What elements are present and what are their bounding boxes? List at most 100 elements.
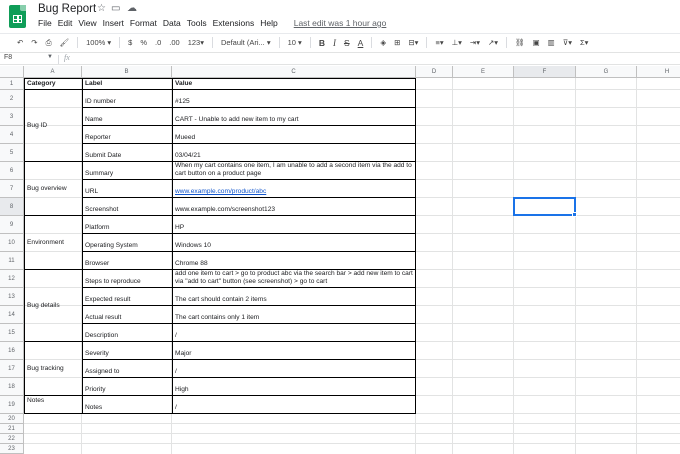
- fill-handle[interactable]: [572, 212, 577, 217]
- menu-tools[interactable]: Tools: [187, 18, 211, 28]
- text-rotate-icon[interactable]: ↗▾: [488, 38, 498, 47]
- header-label[interactable]: Label: [83, 79, 172, 89]
- category-cell[interactable]: Environment: [25, 216, 82, 269]
- label-cell[interactable]: URL: [83, 180, 172, 197]
- last-edit-link[interactable]: Last edit was 1 hour ago: [294, 18, 387, 28]
- value-cell[interactable]: /: [173, 396, 415, 413]
- menu-format[interactable]: Format: [130, 18, 161, 28]
- value-cell[interactable]: The cart contains only 1 item: [173, 306, 415, 323]
- row-header[interactable]: 16: [0, 342, 24, 360]
- horizontal-align-icon[interactable]: ≡▾: [435, 38, 443, 47]
- row-header[interactable]: 13: [0, 288, 24, 306]
- menu-insert[interactable]: Insert: [103, 18, 128, 28]
- column-header-a[interactable]: A: [24, 66, 82, 78]
- merge-cells-icon[interactable]: ⊟▾: [408, 38, 418, 47]
- category-cell[interactable]: Bug details: [25, 270, 82, 341]
- star-icon[interactable]: ☆: [97, 3, 106, 14]
- column-header-f[interactable]: F: [514, 66, 576, 78]
- sheets-logo-icon[interactable]: [9, 5, 26, 28]
- value-cell[interactable]: 03/04/21: [173, 144, 415, 161]
- column-header-b[interactable]: B: [82, 66, 172, 78]
- row-header[interactable]: 7: [0, 180, 24, 198]
- row-header[interactable]: 12: [0, 270, 24, 288]
- label-cell[interactable]: ID number: [83, 90, 172, 107]
- cloud-status-icon[interactable]: ☁: [127, 3, 137, 14]
- text-wrap-icon[interactable]: ⇥▾: [470, 38, 480, 47]
- column-header-g[interactable]: G: [576, 66, 637, 78]
- label-cell[interactable]: Expected result: [83, 288, 172, 305]
- value-cell[interactable]: The cart should contain 2 items: [173, 288, 415, 305]
- column-header-c[interactable]: C: [172, 66, 416, 78]
- label-cell[interactable]: Description: [83, 324, 172, 341]
- label-cell[interactable]: Notes: [83, 396, 172, 413]
- decrease-decimal-button[interactable]: .0: [155, 38, 161, 47]
- increase-decimal-button[interactable]: .00: [169, 38, 179, 47]
- row-header[interactable]: 18: [0, 378, 24, 396]
- category-cell[interactable]: Bug ID: [25, 90, 82, 161]
- document-title[interactable]: Bug Report: [38, 3, 96, 15]
- redo-icon[interactable]: ↷: [31, 38, 37, 47]
- row-header[interactable]: 17: [0, 360, 24, 378]
- header-value[interactable]: Value: [173, 79, 415, 89]
- category-cell[interactable]: Notes: [25, 396, 82, 413]
- row-header[interactable]: 4: [0, 126, 24, 144]
- paint-format-icon[interactable]: 🖌: [60, 38, 70, 47]
- zoom-select[interactable]: 100% ▾: [86, 38, 111, 47]
- menu-help[interactable]: Help: [260, 18, 281, 28]
- functions-icon[interactable]: Σ▾: [580, 38, 588, 47]
- value-cell[interactable]: CART - Unable to add new item to my cart: [173, 108, 415, 125]
- row-header[interactable]: 11: [0, 252, 24, 270]
- row-header[interactable]: 22: [0, 434, 24, 444]
- label-cell[interactable]: Screenshot: [83, 198, 172, 215]
- value-cell[interactable]: #125: [173, 90, 415, 107]
- column-header-d[interactable]: D: [416, 66, 453, 78]
- percent-format-button[interactable]: %: [140, 38, 147, 47]
- fill-color-icon[interactable]: ◈: [380, 38, 386, 47]
- value-cell[interactable]: Major: [173, 342, 415, 359]
- category-cell[interactable]: Bug overview: [25, 162, 82, 215]
- label-cell[interactable]: Name: [83, 108, 172, 125]
- label-cell[interactable]: Assigned to: [83, 360, 172, 377]
- row-header[interactable]: 6: [0, 162, 24, 180]
- label-cell[interactable]: Operating System: [83, 234, 172, 251]
- value-cell[interactable]: High: [173, 378, 415, 395]
- font-select[interactable]: Default (Ari... ▾: [221, 38, 271, 47]
- category-cell[interactable]: Bug tracking: [25, 342, 82, 395]
- move-folder-icon[interactable]: ▭: [111, 3, 120, 14]
- row-header[interactable]: 23: [0, 444, 24, 454]
- select-all-corner[interactable]: [0, 66, 24, 78]
- label-cell[interactable]: Actual result: [83, 306, 172, 323]
- column-header-h[interactable]: H: [637, 66, 680, 78]
- sheet-grid[interactable]: A B C D E F G H 1 2 3 4 5 6 7 8 9 10 11 …: [0, 66, 680, 454]
- insert-link-icon[interactable]: ⛓: [515, 38, 525, 47]
- row-header[interactable]: 21: [0, 424, 24, 434]
- print-icon[interactable]: ⎙: [46, 38, 52, 48]
- undo-icon[interactable]: ↶: [17, 38, 23, 47]
- column-header-e[interactable]: E: [453, 66, 514, 78]
- label-cell[interactable]: Steps to reproduce: [83, 270, 172, 287]
- url-link[interactable]: www.example.com/product/abc: [173, 180, 415, 197]
- row-header[interactable]: 3: [0, 108, 24, 126]
- label-cell[interactable]: Browser: [83, 252, 172, 269]
- row-header[interactable]: 20: [0, 414, 24, 424]
- currency-format-button[interactable]: $: [128, 38, 132, 47]
- row-header[interactable]: 10: [0, 234, 24, 252]
- menu-extensions[interactable]: Extensions: [213, 18, 259, 28]
- bold-button[interactable]: B: [319, 38, 325, 48]
- label-cell[interactable]: Severity: [83, 342, 172, 359]
- value-cell[interactable]: Mueed: [173, 126, 415, 143]
- row-header[interactable]: 5: [0, 144, 24, 162]
- label-cell[interactable]: Summary: [83, 162, 172, 179]
- formula-input[interactable]: [80, 54, 670, 64]
- value-cell[interactable]: Windows 10: [173, 234, 415, 251]
- filter-icon[interactable]: ⊽▾: [563, 38, 572, 47]
- vertical-align-icon[interactable]: ⊥▾: [452, 38, 462, 47]
- row-header[interactable]: 15: [0, 324, 24, 342]
- menu-file[interactable]: File: [38, 18, 56, 28]
- row-header[interactable]: 9: [0, 216, 24, 234]
- value-cell[interactable]: HP: [173, 216, 415, 233]
- name-box-dropdown-icon[interactable]: ▼: [47, 54, 53, 60]
- row-header[interactable]: 19: [0, 396, 24, 414]
- active-cell-selection[interactable]: [513, 197, 577, 217]
- label-cell[interactable]: Priority: [83, 378, 172, 395]
